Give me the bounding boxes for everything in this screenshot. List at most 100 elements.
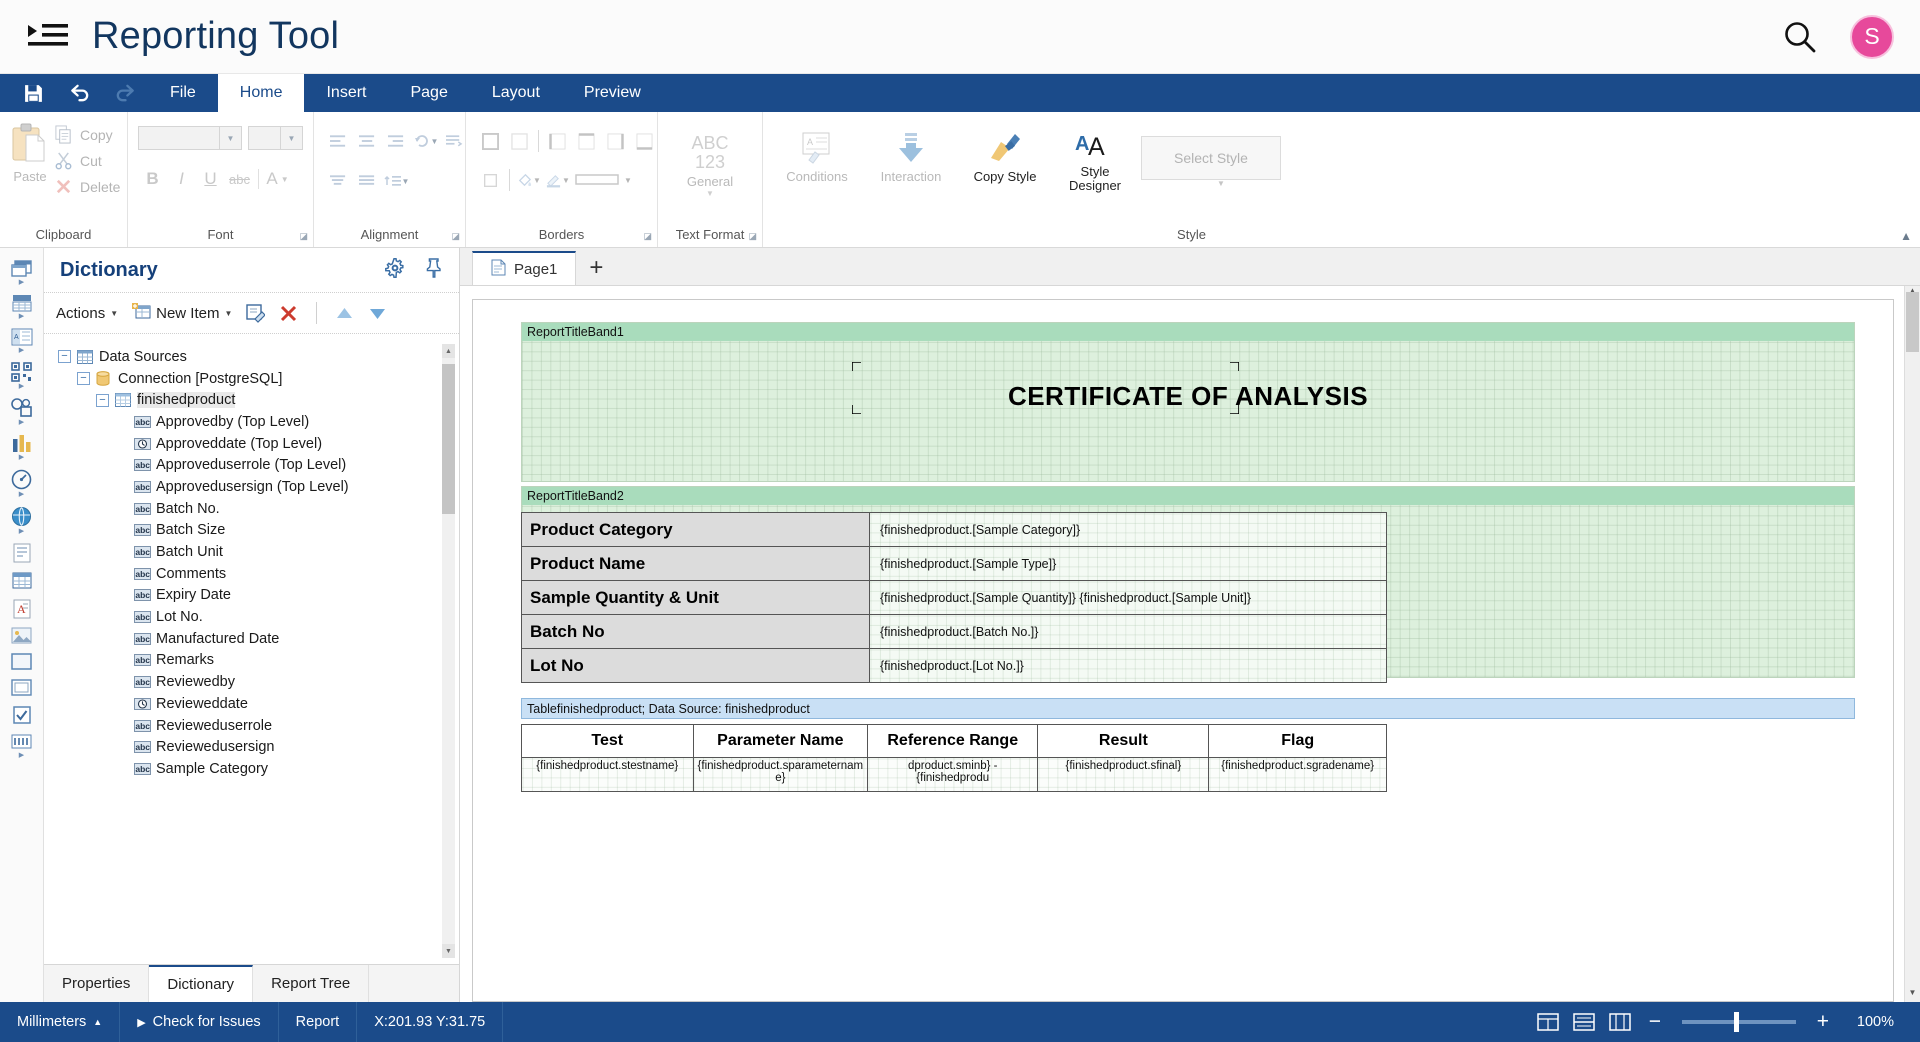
add-page-button[interactable]: + [576,251,616,285]
property-value-expression[interactable]: {finishedproduct.[Sample Type]} [869,546,1387,581]
selection-handle-tr[interactable] [1230,358,1240,371]
property-key[interactable]: Product Name [521,546,870,581]
page-tab-page1[interactable]: Page1 [472,251,577,285]
zoom-slider-thumb[interactable] [1733,1012,1739,1032]
report-title-band-1[interactable]: ReportTitleBand1 CERTIFICATE OF ANALYSIS [521,322,1855,482]
rail-item-bands-icon[interactable]: ▶ [2,290,42,322]
font-size-combo[interactable]: ▼ [248,126,303,150]
tree-node[interactable]: abc Approveduserrole (Top Level) [44,454,459,476]
report-title-text[interactable]: CERTIFICATE OF ANALYSIS [522,381,1854,412]
hamburger-icon[interactable] [26,17,70,57]
scroll-up-icon[interactable]: ▲ [442,344,455,358]
align-middle-button[interactable] [353,168,382,194]
tab-dictionary[interactable]: Dictionary [149,965,254,1002]
rail-item-barcode-icon[interactable]: ▶ [2,358,42,392]
ribbon-tab-file[interactable]: File [148,74,218,112]
property-value-expression[interactable]: {finishedproduct.[Sample Category]} [869,512,1387,547]
collapse-ribbon-icon[interactable]: ▲ [1900,229,1912,243]
tree-expander-icon[interactable]: − [96,393,109,407]
borders-dialog-launcher[interactable]: ◪ [643,231,652,242]
property-key[interactable]: Product Category [521,512,870,547]
selection-handle-br[interactable] [1230,401,1240,415]
scroll-down-icon[interactable]: ▼ [442,944,455,958]
units-selector[interactable]: Millimeters ▲ [0,1002,119,1042]
align-right-button[interactable] [382,128,411,154]
selection-handle-bl[interactable] [851,401,861,415]
tree-node[interactable]: − Connection [PostgreSQL] [44,368,459,390]
rail-item-shapes-icon[interactable]: ▶ [2,394,42,428]
report-button[interactable]: Report [279,1002,357,1042]
edit-icon[interactable] [246,303,266,323]
tree-node[interactable]: − Data Sources [44,346,459,368]
tree-node[interactable]: abc Expiry Date [44,585,459,607]
border-right-button[interactable] [601,128,630,154]
rail-item-text-icon[interactable] [2,539,42,565]
tree-node[interactable]: abc Reviewedby [44,671,459,693]
rail-item-zip-code-icon[interactable]: ▶ [2,729,42,761]
column-header[interactable]: Reference Range [867,724,1039,758]
cell-expression[interactable]: {finishedproduct.stestname} [521,757,694,792]
canvas-vertical-scrollbar[interactable]: ▲ ▼ [1904,286,1920,1002]
align-left-button[interactable] [324,128,353,154]
property-row[interactable]: Product Name {finishedproduct.[Sample Typ… [521,546,1387,581]
tree-node[interactable]: abc Revieweduserrole [44,715,459,737]
tree-node[interactable]: abc Lot No. [44,606,459,628]
align-top-button[interactable] [324,168,353,194]
zoom-level-label[interactable]: 100% [1840,1002,1920,1042]
avatar[interactable]: S [1850,14,1894,59]
new-item-button[interactable]: New Item ▼ [132,302,232,324]
cell-expression[interactable]: dproduct.sminb} - {finishedprodu [867,757,1039,792]
property-key[interactable]: Batch No [521,614,870,649]
interaction-button[interactable]: Interaction [867,124,955,184]
ribbon-tab-home[interactable]: Home [217,74,305,112]
style-designer-button[interactable]: AA Style Designer [1055,124,1135,193]
actions-button[interactable]: Actions ▼ [56,305,118,322]
copy-style-button[interactable]: Copy Style [961,124,1049,184]
property-key[interactable]: Lot No [521,648,870,683]
gear-icon[interactable] [385,257,405,283]
rail-item-subreport-icon[interactable] [2,675,42,699]
cut-button[interactable]: Cut [50,148,124,174]
line-spacing-button[interactable]: ▼ [382,168,411,194]
tab-properties[interactable]: Properties [44,965,150,1002]
pin-icon[interactable] [425,257,443,283]
italic-button[interactable]: I [167,166,196,192]
column-header[interactable]: Test [521,724,694,758]
tree-node[interactable]: − finishedproduct [44,389,459,411]
save-button[interactable] [10,74,56,112]
dictionary-tree[interactable]: − Data Sources − Connection [PostgreSQL] − fi… [44,334,459,964]
move-up-icon[interactable] [335,306,354,321]
conditions-button[interactable]: A Conditions [773,124,861,184]
tree-node[interactable]: abc Comments [44,563,459,585]
rail-item-rich-text-icon[interactable]: A [2,595,42,621]
continuous-view-icon[interactable] [1566,1013,1602,1031]
column-header[interactable]: Result [1037,724,1210,758]
rail-item-image-icon[interactable] [2,623,42,647]
tree-expander-icon[interactable]: − [58,350,71,364]
check-issues-button[interactable]: ▶ Check for Issues [120,1002,277,1042]
data-band-header[interactable]: Tablefinishedproduct; Data Source: finis… [521,698,1855,719]
underline-button[interactable]: U [196,166,225,192]
tree-node[interactable]: abc Batch Unit [44,541,459,563]
rail-item-gauge-icon[interactable]: ▶ [2,465,42,500]
property-value-expression[interactable]: {finishedproduct.[Batch No.]} [869,614,1387,649]
rail-item-panel-icon[interactable] [2,649,42,673]
text-wrap-button[interactable] [440,128,469,154]
border-box-button[interactable] [476,167,505,193]
bold-button[interactable]: B [138,166,167,192]
select-style-caret-icon[interactable]: ▼ [1217,179,1225,188]
results-data-table[interactable]: Test Parameter Name Reference Range Result F… [521,724,1387,792]
border-all-button[interactable] [476,128,505,154]
table-row[interactable]: {finishedproduct.stestname} {finishedprod… [521,757,1387,792]
report-page[interactable]: ReportTitleBand1 CERTIFICATE OF ANALYSIS… [472,299,1894,1002]
rail-item-table-icon[interactable] [2,567,42,593]
report-canvas[interactable]: ReportTitleBand1 CERTIFICATE OF ANALYSIS… [460,285,1920,1002]
multi-page-view-icon[interactable] [1602,1013,1638,1031]
border-left-button[interactable] [543,128,572,154]
cell-expression[interactable]: {finishedproduct.sfinal} [1037,757,1210,792]
cell-expression[interactable]: {finishedproduct.sparameternam e} [692,757,869,792]
alignment-dialog-launcher[interactable]: ◪ [451,231,460,242]
delete-button[interactable]: Delete [50,174,124,200]
ribbon-tab-page[interactable]: Page [388,74,469,112]
text-format-dialog-launcher[interactable]: ◪ [748,231,757,242]
